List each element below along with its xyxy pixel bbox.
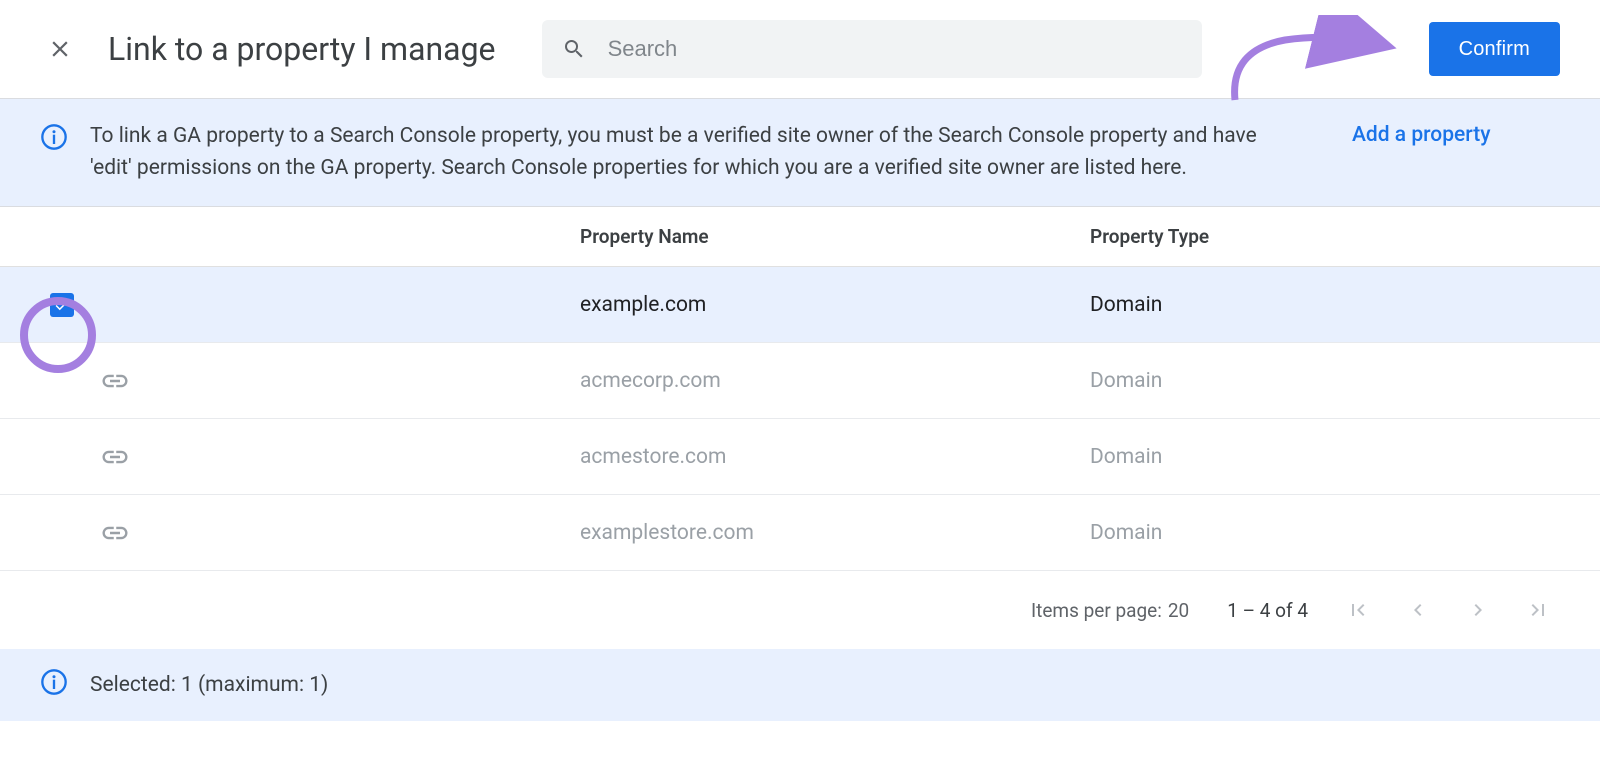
property-table: Property Name Property Type example.com … <box>0 207 1600 571</box>
first-page-button[interactable] <box>1346 598 1370 622</box>
first-page-icon <box>1346 598 1370 622</box>
chevron-left-icon <box>1406 598 1430 622</box>
info-text: To link a GA property to a Search Consol… <box>90 121 1290 184</box>
link-icon <box>100 518 130 548</box>
row-name: acmecorp.com <box>580 369 1090 393</box>
last-page-icon <box>1526 598 1550 622</box>
table-row[interactable]: example.com Domain <box>0 267 1600 343</box>
pagination: Items per page: 20 1 – 4 of 4 <box>0 571 1600 649</box>
last-page-button[interactable] <box>1526 598 1550 622</box>
chevron-right-icon <box>1466 598 1490 622</box>
close-button[interactable] <box>40 29 80 69</box>
search-input[interactable] <box>608 36 1182 62</box>
page-range: 1 – 4 of 4 <box>1227 599 1308 622</box>
link-icon <box>100 442 130 472</box>
row-checkbox[interactable] <box>50 293 74 317</box>
info-banner: To link a GA property to a Search Consol… <box>0 98 1600 207</box>
table-header: Property Name Property Type <box>0 207 1600 267</box>
table-row[interactable]: acmestore.com Domain <box>0 419 1600 495</box>
table-row[interactable]: acmecorp.com Domain <box>0 343 1600 419</box>
close-icon <box>47 36 73 62</box>
row-type: Domain <box>1090 445 1600 469</box>
row-name: acmestore.com <box>580 445 1090 469</box>
ipp-value[interactable]: 20 <box>1168 599 1189 622</box>
prev-page-button[interactable] <box>1406 598 1430 622</box>
add-property-link[interactable]: Add a property <box>1352 123 1491 147</box>
selected-count-text: Selected: 1 (maximum: 1) <box>90 673 328 697</box>
row-name: examplestore.com <box>580 521 1090 545</box>
confirm-button[interactable]: Confirm <box>1429 22 1560 76</box>
col-header-type: Property Type <box>1090 225 1600 248</box>
row-type: Domain <box>1090 521 1600 545</box>
check-icon <box>53 296 71 314</box>
info-icon <box>40 123 68 155</box>
search-field[interactable] <box>542 20 1202 78</box>
search-icon <box>562 36 586 62</box>
row-name: example.com <box>580 293 1090 317</box>
col-header-name: Property Name <box>580 225 1090 248</box>
dialog-title: Link to a property I manage <box>108 30 496 68</box>
row-type: Domain <box>1090 293 1600 317</box>
next-page-button[interactable] <box>1466 598 1490 622</box>
row-type: Domain <box>1090 369 1600 393</box>
info-icon <box>40 668 68 702</box>
dialog-header: Link to a property I manage Confirm <box>0 0 1600 98</box>
selection-footer: Selected: 1 (maximum: 1) <box>0 649 1600 721</box>
link-icon <box>100 366 130 396</box>
ipp-label: Items per page: <box>1031 599 1162 622</box>
table-row[interactable]: examplestore.com Domain <box>0 495 1600 571</box>
